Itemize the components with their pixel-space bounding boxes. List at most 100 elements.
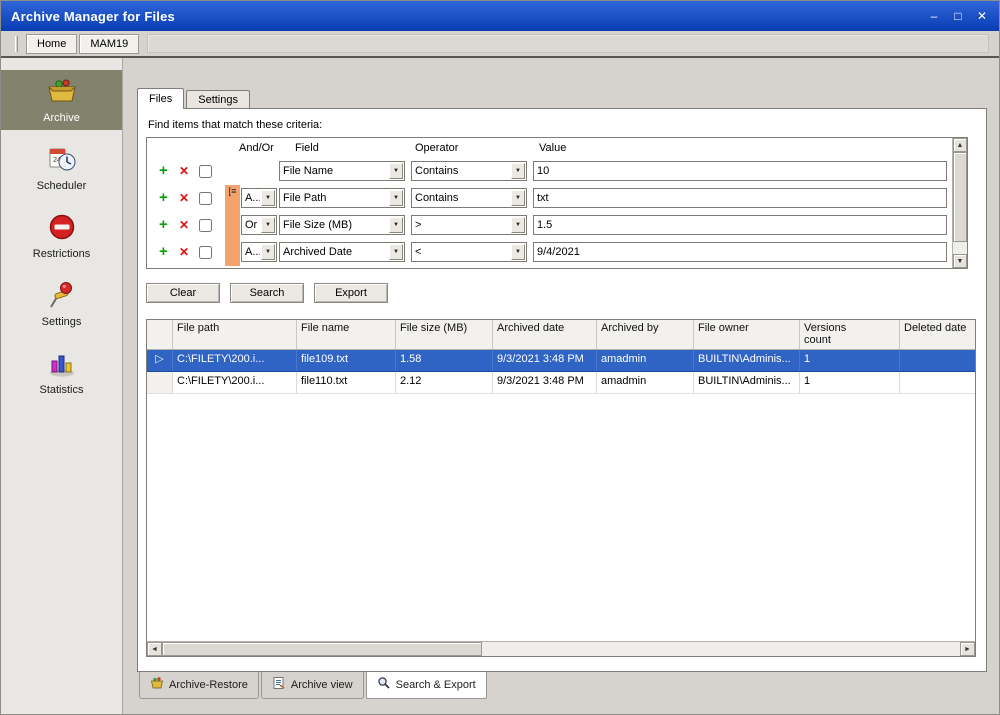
table-cell[interactable]: 1 — [800, 372, 900, 393]
tab-settings[interactable]: Settings — [186, 90, 250, 108]
clear-button[interactable]: Clear — [146, 283, 220, 303]
tab-label: Archive-Restore — [169, 678, 248, 691]
table-cell[interactable]: C:\FILETY\200.i... — [173, 350, 297, 371]
table-cell[interactable]: 9/3/2021 3:48 PM — [493, 372, 597, 393]
tab-files[interactable]: Files — [137, 88, 185, 109]
title-bar[interactable]: Archive Manager for Files – □ ✕ — [1, 1, 999, 31]
field-combo[interactable]: File Size (MB) ▼ — [279, 215, 405, 235]
table-cell[interactable] — [900, 372, 975, 393]
scroll-left-icon[interactable]: ◄ — [147, 642, 162, 656]
value-input[interactable] — [533, 161, 947, 181]
criteria-caption: Find items that match these criteria: — [148, 119, 323, 131]
table-cell[interactable] — [900, 350, 975, 371]
select-all-header[interactable] — [147, 320, 173, 349]
window-controls: – □ ✕ — [927, 8, 999, 24]
tab-archive-view[interactable]: Archive view — [260, 672, 364, 699]
chevron-down-icon: ▼ — [261, 190, 275, 206]
table-cell[interactable]: amadmin — [597, 350, 694, 371]
criteria-checkbox[interactable] — [199, 192, 212, 205]
home-button[interactable]: Home — [26, 33, 78, 54]
sidebar-item-label: Archive — [43, 112, 80, 124]
sidebar-item-restrictions[interactable]: Restrictions — [1, 206, 122, 266]
horizontal-scrollbar[interactable]: ◄ ► — [147, 641, 975, 656]
sidebar-item-label: Scheduler — [36, 180, 87, 192]
export-button[interactable]: Export — [314, 283, 388, 303]
sidebar-item-statistics[interactable]: Statistics — [1, 342, 122, 402]
maximize-icon[interactable]: □ — [951, 8, 965, 24]
column-header[interactable]: Archived date — [493, 320, 597, 349]
column-header[interactable]: Versions count — [800, 320, 900, 349]
table-cell[interactable]: 1 — [800, 350, 900, 371]
column-header[interactable]: Archived by — [597, 320, 694, 349]
field-combo[interactable]: Archived Date ▼ — [279, 242, 405, 262]
column-header[interactable]: File name — [297, 320, 396, 349]
value-input[interactable] — [533, 215, 947, 235]
table-cell[interactable]: BUILTIN\Adminis... — [694, 350, 800, 371]
vertical-scrollbar[interactable]: ▲ ▼ — [952, 138, 967, 268]
delete-criteria-icon[interactable]: ✕ — [179, 165, 189, 177]
value-input[interactable] — [533, 188, 947, 208]
sidebar: Archive 24 Scheduler Restrictions Settin… — [1, 58, 123, 714]
sidebar-item-settings[interactable]: Settings — [1, 274, 122, 334]
table-cell[interactable]: 1.58 — [396, 350, 493, 371]
minimize-icon[interactable]: – — [927, 8, 941, 24]
add-criteria-icon[interactable]: + — [159, 190, 168, 205]
table-cell[interactable]: 2.12 — [396, 372, 493, 393]
tab-label: Search & Export — [395, 678, 476, 691]
table-row[interactable]: C:\FILETY\200.i... file110.txt 2.12 9/3/202… — [147, 372, 975, 394]
close-icon[interactable]: ✕ — [975, 8, 989, 24]
sidebar-item-archive[interactable]: Archive — [1, 70, 122, 130]
table-cell[interactable]: 9/3/2021 3:48 PM — [493, 350, 597, 371]
scroll-down-icon[interactable]: ▼ — [953, 254, 967, 268]
field-combo[interactable]: File Name ▼ — [279, 161, 405, 181]
value-input[interactable] — [533, 242, 947, 262]
column-header[interactable]: Deleted date — [900, 320, 975, 349]
table-cell[interactable]: file110.txt — [297, 372, 396, 393]
tab-archive-restore[interactable]: Archive-Restore — [139, 672, 259, 699]
scrollbar-thumb[interactable] — [953, 152, 967, 242]
scroll-right-icon[interactable]: ► — [960, 642, 975, 656]
operator-combo[interactable]: < ▼ — [411, 242, 527, 262]
andor-combo[interactable]: Or ▼ — [241, 215, 277, 235]
table-cell[interactable]: file109.txt — [297, 350, 396, 371]
scrollbar-track[interactable] — [482, 642, 960, 656]
operator-combo[interactable]: Contains ▼ — [411, 161, 527, 181]
tab-search-export[interactable]: Search & Export — [365, 671, 487, 699]
field-combo[interactable]: File Path ▼ — [279, 188, 405, 208]
add-criteria-icon[interactable]: + — [159, 217, 168, 232]
row-selector-cell[interactable]: ▷ — [147, 350, 173, 371]
operator-combo[interactable]: > ▼ — [411, 215, 527, 235]
toolbar-grip[interactable] — [15, 35, 18, 52]
table-cell[interactable]: BUILTIN\Adminis... — [694, 372, 800, 393]
delete-criteria-icon[interactable]: ✕ — [179, 219, 189, 231]
sidebar-item-label: Restrictions — [32, 248, 91, 260]
statistics-icon — [47, 348, 77, 381]
group-bracket[interactable] — [225, 239, 240, 266]
table-row[interactable]: ▷ C:\FILETY\200.i... file109.txt 1.58 9/3/20… — [147, 350, 975, 372]
scrollbar-thumb[interactable] — [162, 642, 482, 656]
operator-combo[interactable]: Contains ▼ — [411, 188, 527, 208]
criteria-checkbox[interactable] — [199, 165, 212, 178]
search-button[interactable]: Search — [230, 283, 304, 303]
column-header[interactable]: File owner — [694, 320, 800, 349]
scroll-up-icon[interactable]: ▲ — [953, 138, 967, 152]
table-cell[interactable]: C:\FILETY\200.i... — [173, 372, 297, 393]
server-tab-mam19[interactable]: MAM19 — [79, 33, 140, 54]
add-criteria-icon[interactable]: + — [159, 244, 168, 259]
column-header[interactable]: File size (MB) — [396, 320, 493, 349]
files-panel: Find items that match these criteria: An… — [137, 108, 987, 672]
criteria-checkbox[interactable] — [199, 219, 212, 232]
group-bracket[interactable] — [225, 212, 240, 239]
group-bracket[interactable]: [≡ — [225, 185, 240, 212]
group-bracket[interactable] — [225, 158, 240, 185]
delete-criteria-icon[interactable]: ✕ — [179, 192, 189, 204]
sidebar-item-scheduler[interactable]: 24 Scheduler — [1, 138, 122, 198]
add-criteria-icon[interactable]: + — [159, 163, 168, 178]
table-cell[interactable]: amadmin — [597, 372, 694, 393]
row-selector-cell[interactable] — [147, 372, 173, 393]
criteria-checkbox[interactable] — [199, 246, 212, 259]
column-header[interactable]: File path — [173, 320, 297, 349]
delete-criteria-icon[interactable]: ✕ — [179, 246, 189, 258]
andor-combo[interactable]: A... ▼ — [241, 188, 277, 208]
andor-combo[interactable]: A... ▼ — [241, 242, 277, 262]
